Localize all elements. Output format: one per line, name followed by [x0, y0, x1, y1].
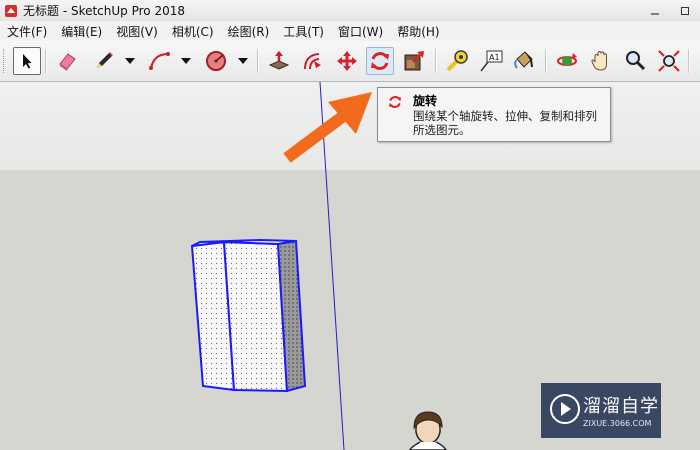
scale-figure[interactable] — [409, 411, 447, 450]
tooltip-title: 旋转 — [413, 94, 438, 108]
push-pull-tool-button[interactable] — [265, 47, 293, 75]
menu-edit[interactable]: 编辑(E) — [54, 23, 109, 40]
arc-icon — [149, 52, 170, 70]
offset-icon — [304, 53, 321, 70]
zoom-extents-icon — [658, 50, 680, 72]
minimize-button[interactable] — [640, 0, 670, 21]
watermark-url: ZIXUE.3066.COM — [583, 419, 652, 428]
tape-measure-icon — [446, 50, 468, 72]
menu-window[interactable]: 窗口(W) — [331, 23, 390, 40]
menu-file[interactable]: 文件(F) — [0, 23, 54, 40]
push-pull-icon — [268, 51, 290, 70]
offset-tool-button[interactable] — [299, 47, 327, 75]
pencil-icon — [97, 52, 113, 68]
dropdown-arrow-icon — [238, 58, 248, 64]
play-logo-icon — [550, 394, 580, 424]
dropdown-arrow-icon — [125, 58, 135, 64]
zoom-tool-button[interactable] — [621, 47, 649, 75]
tooltip-description: 围绕某个轴旋转、拉伸、复制和排列所选图元。 — [413, 109, 597, 137]
move-tool-button[interactable] — [333, 47, 361, 75]
hand-pan-icon — [591, 50, 607, 71]
scale-icon — [404, 51, 424, 71]
shape-tool-button[interactable] — [202, 47, 230, 75]
scale-tool-button[interactable] — [400, 47, 428, 75]
toolbar-separator — [688, 49, 690, 73]
text-tool-button[interactable]: A1 — [477, 47, 505, 75]
menu-tools[interactable]: 工具(T) — [276, 23, 331, 40]
orange-pointer-arrow — [283, 92, 372, 163]
title-bar: 无标题 - SketchUp Pro 2018 — [0, 0, 700, 21]
toolbar-separator — [545, 49, 547, 73]
watermark-name: 溜溜自学 — [583, 396, 659, 417]
orbit-icon — [557, 53, 577, 66]
text-label-icon: A1 — [480, 50, 503, 72]
arrow-cursor-icon — [23, 54, 32, 69]
tape-measure-tool-button[interactable] — [443, 47, 471, 75]
menu-view[interactable]: 视图(V) — [109, 23, 165, 40]
orbit-tool-button[interactable] — [553, 47, 581, 75]
rotate-tool-button[interactable] — [366, 47, 394, 75]
toolbar-separator — [435, 49, 437, 73]
move-arrows-icon — [337, 51, 357, 71]
menu-draw[interactable]: 绘图(R) — [221, 23, 277, 40]
window-title: 无标题 - SketchUp Pro 2018 — [23, 4, 185, 18]
circle-shape-icon — [206, 51, 226, 71]
sketchup-logo-icon — [4, 4, 18, 18]
arc-tool-button[interactable] — [146, 47, 174, 75]
toolbar-grip[interactable] — [3, 49, 7, 73]
toolbar-separator — [45, 49, 47, 73]
shape-dropdown-button[interactable] — [237, 55, 249, 67]
menu-camera[interactable]: 相机(C) — [165, 23, 221, 40]
dropdown-arrow-icon — [181, 58, 191, 64]
rotate-icon — [387, 94, 403, 110]
eraser-icon — [59, 53, 76, 71]
paint-bucket-tool-button[interactable] — [510, 47, 538, 75]
main-toolbar: A1 — [0, 41, 700, 82]
magnifier-icon — [626, 51, 646, 71]
menu-help[interactable]: 帮助(H) — [390, 23, 446, 40]
menu-bar: 文件(F) 编辑(E) 视图(V) 相机(C) 绘图(R) 工具(T) 窗口(W… — [0, 21, 700, 41]
zoom-extents-tool-button[interactable] — [655, 47, 683, 75]
selected-prism[interactable] — [190, 238, 307, 393]
toolbar-separator — [257, 49, 259, 73]
rotate-tooltip: 旋转 围绕某个轴旋转、拉伸、复制和排列所选图元。 — [377, 87, 611, 142]
pencil-dropdown-button[interactable] — [124, 55, 136, 67]
pencil-tool-button[interactable] — [90, 47, 118, 75]
minimize-icon — [651, 12, 659, 15]
pan-tool-button[interactable] — [587, 47, 615, 75]
arc-dropdown-button[interactable] — [180, 55, 192, 67]
rotate-icon — [371, 52, 389, 70]
paint-bucket-icon — [514, 51, 533, 69]
maximize-icon — [681, 6, 689, 15]
maximize-button[interactable] — [670, 0, 700, 21]
select-tool-button[interactable] — [13, 47, 41, 75]
watermark: 溜溜自学 ZIXUE.3066.COM — [541, 383, 661, 438]
eraser-tool-button[interactable] — [53, 47, 81, 75]
svg-text:A1: A1 — [489, 53, 500, 62]
